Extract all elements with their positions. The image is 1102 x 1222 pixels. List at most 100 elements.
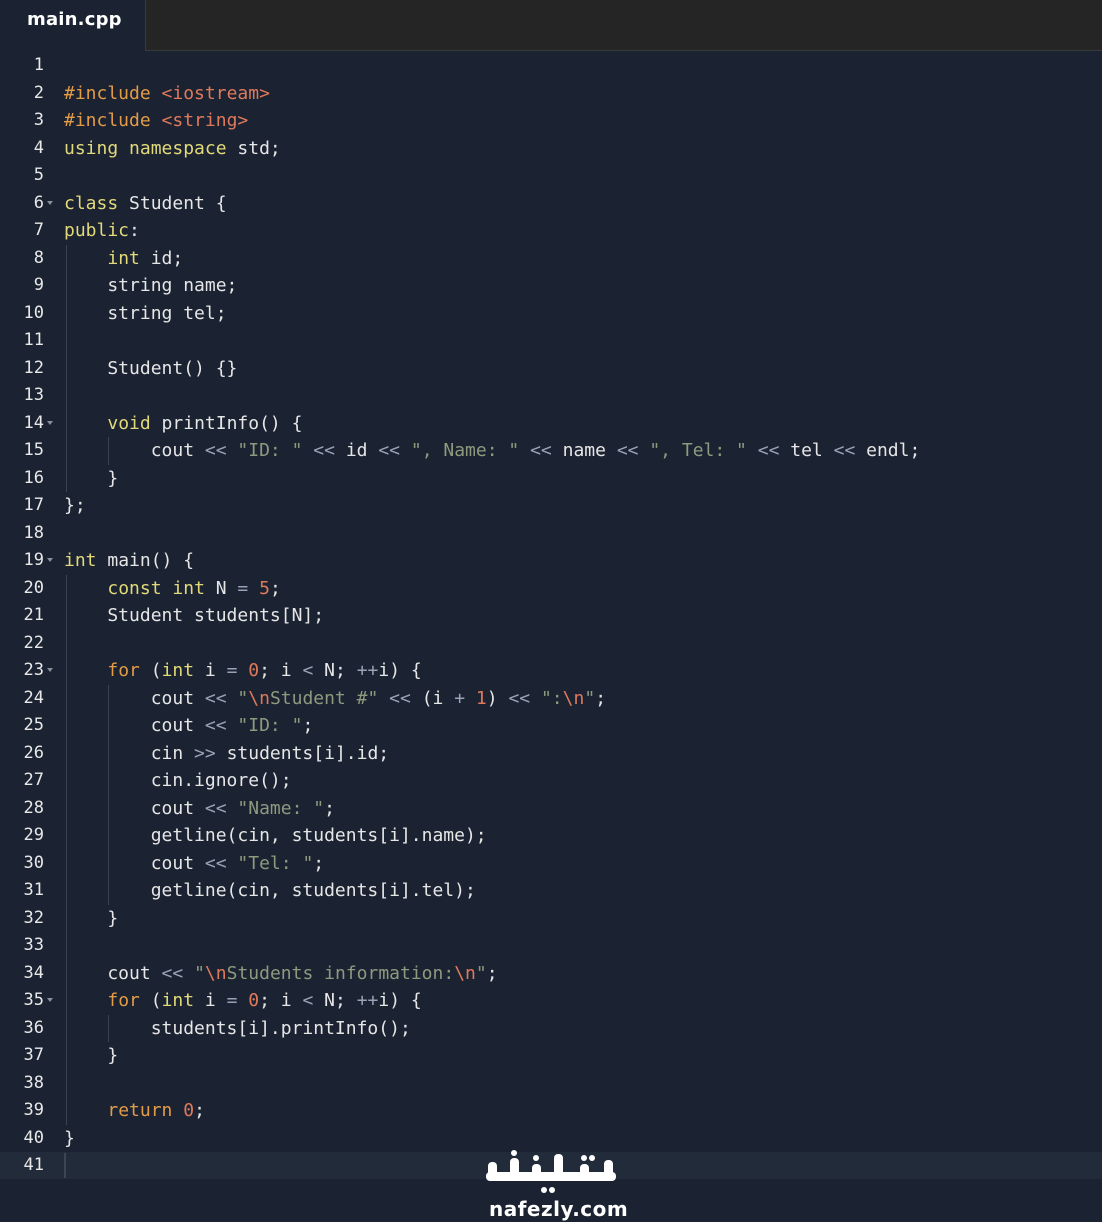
code-token: printInfo() { (150, 412, 303, 434)
code-line[interactable]: 9 string name; (0, 272, 1102, 299)
code-line[interactable]: 25 cout << "ID: "; (0, 712, 1102, 739)
line-number: 23 (23, 660, 44, 680)
code-text: }; (64, 492, 86, 519)
code-line[interactable]: 33 (0, 932, 1102, 959)
code-line[interactable]: 39 return 0; (0, 1097, 1102, 1124)
code-line[interactable]: 35 for (int i = 0; i < N; ++i) { (0, 987, 1102, 1014)
code-line[interactable]: 26 cin >> students[i].id; (0, 740, 1102, 767)
code-line[interactable]: 2 #include <iostream> (0, 80, 1102, 107)
code-line[interactable]: 37 } (0, 1042, 1102, 1069)
code-token: " (194, 962, 205, 984)
fold-arrow-icon[interactable] (47, 668, 53, 672)
code-line[interactable]: 40} (0, 1125, 1102, 1152)
code-text: class Student { (64, 190, 227, 217)
code-text: cout << "\nStudent #" << (i + 1) << ":\n… (64, 685, 606, 712)
indent-guide (66, 244, 67, 492)
code-line[interactable]: 17}; (0, 492, 1102, 519)
line-number: 28 (23, 797, 44, 818)
code-token: "Name: " (237, 797, 325, 819)
code-line[interactable]: 23 for (int i = 0; i < N; ++i) { (0, 657, 1102, 684)
code-editor[interactable]: 1 2 #include <iostream> 3 #include <string> 4… (0, 50, 1102, 1222)
code-line[interactable]: 32 } (0, 905, 1102, 932)
code-token: 0 (248, 990, 260, 1011)
tab-main-cpp[interactable]: main.cpp (0, 0, 146, 51)
code-token: <iostream> (161, 82, 270, 104)
code-token: " (237, 687, 249, 709)
line-number: 18 (23, 522, 44, 543)
code-line[interactable]: 36 students[i].printInfo(); (0, 1015, 1102, 1042)
code-line[interactable]: 1 (0, 52, 1102, 79)
fold-arrow-icon[interactable] (47, 420, 53, 425)
code-line[interactable]: 7 public: (0, 217, 1102, 244)
code-line[interactable]: 8 int id; (0, 245, 1102, 272)
code-line[interactable]: 28 cout << "Name: "; (0, 795, 1102, 822)
watermark-url: nafezly.com (489, 1197, 629, 1221)
code-line[interactable]: 10 string tel; (0, 300, 1102, 327)
code-token: << (161, 962, 184, 984)
code-line[interactable]: 27 cin.ignore(); (0, 767, 1102, 794)
code-text: Student students[N]; (64, 602, 324, 629)
line-number: 20 (23, 577, 44, 598)
code-token: getline(cin, students[i].tel); (64, 880, 476, 901)
code-token: = (226, 660, 238, 681)
tab-label: main.cpp (27, 9, 122, 30)
code-text: int main() { (64, 547, 194, 574)
code-line[interactable]: 22 (0, 630, 1102, 657)
line-number: 34 (23, 962, 44, 983)
code-line[interactable]: 4 using namespace std; (0, 135, 1102, 162)
code-line[interactable]: 20 const int N = 5; (0, 575, 1102, 602)
code-token: ; (269, 577, 281, 599)
code-line[interactable]: 38 (0, 1070, 1102, 1097)
fold-arrow-icon[interactable] (47, 558, 53, 562)
code-text: public: (64, 217, 140, 244)
code-text: using namespace std; (64, 135, 281, 162)
code-line[interactable]: 15 cout << "ID: " << id << ", Name: " <<… (0, 437, 1102, 464)
code-token: Student #" (269, 687, 379, 709)
code-text: getline(cin, students[i].tel); (64, 877, 476, 904)
code-line[interactable]: 24 cout << "\nStudent #" << (i + 1) << "… (0, 685, 1102, 712)
fold-arrow-icon[interactable] (47, 998, 53, 1002)
code-line[interactable]: 30 cout << "Tel: "; (0, 850, 1102, 877)
code-line[interactable]: 21 Student students[N]; (0, 602, 1102, 629)
code-token: std; (226, 137, 281, 159)
line-number: 19 (23, 550, 44, 570)
code-line[interactable]: 31 getline(cin, students[i].tel); (0, 877, 1102, 904)
code-line[interactable]: 34 cout << "\nStudents information:\n"; (0, 960, 1102, 987)
line-number: 15 (23, 440, 44, 460)
code-line[interactable]: 19 int main() { (0, 547, 1102, 574)
code-line[interactable]: 18 (0, 520, 1102, 547)
code-text: #include <string> (64, 107, 248, 134)
code-line[interactable]: 11 (0, 327, 1102, 354)
code-token: getline(cin, students[i].name); (64, 825, 487, 846)
code-text: for (int i = 0; i < N; ++i) { (64, 987, 421, 1014)
code-line[interactable]: 29 getline(cin, students[i].name); (0, 822, 1102, 849)
line-number: 8 (33, 247, 44, 268)
code-line[interactable]: 5 (0, 162, 1102, 189)
fold-arrow-icon[interactable] (47, 200, 53, 205)
code-token: ++ (356, 660, 379, 681)
code-line[interactable]: 16 } (0, 465, 1102, 492)
code-line[interactable]: 6 class Student { (0, 190, 1102, 217)
text-cursor (64, 1153, 66, 1178)
code-line[interactable]: 14 void printInfo() { (0, 410, 1102, 437)
line-number: 2 (33, 82, 44, 103)
code-token: #include (64, 82, 151, 104)
line-number: 12 (23, 357, 44, 378)
code-token: << (378, 440, 401, 461)
line-number: 29 (23, 825, 44, 845)
code-text: } (64, 1042, 118, 1069)
code-line[interactable]: 13 (0, 382, 1102, 409)
indent-guide (108, 1014, 109, 1042)
code-token: + (454, 687, 466, 709)
code-line[interactable]: 3 #include <string> (0, 107, 1102, 134)
code-line[interactable]: 12 Student() {} (0, 355, 1102, 382)
